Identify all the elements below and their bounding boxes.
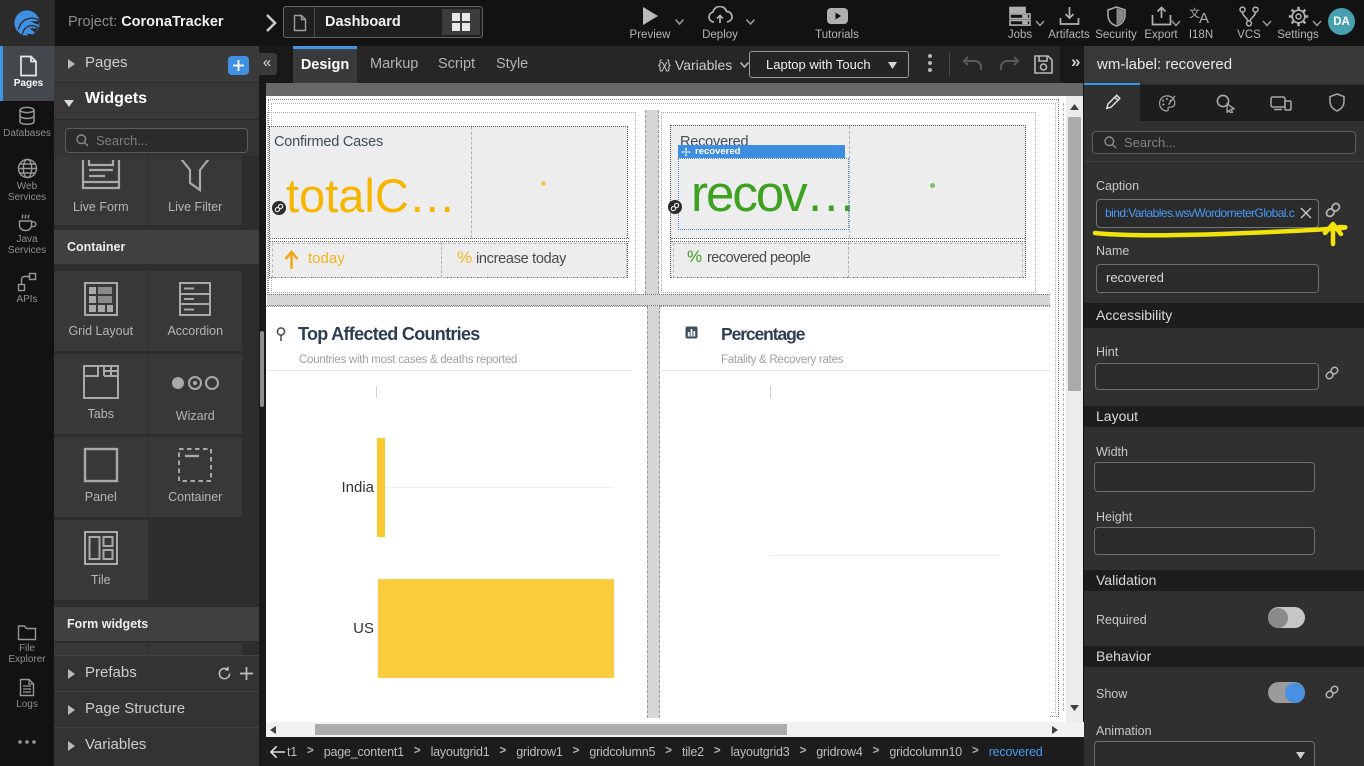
svg-text:A: A <box>1199 10 1209 26</box>
